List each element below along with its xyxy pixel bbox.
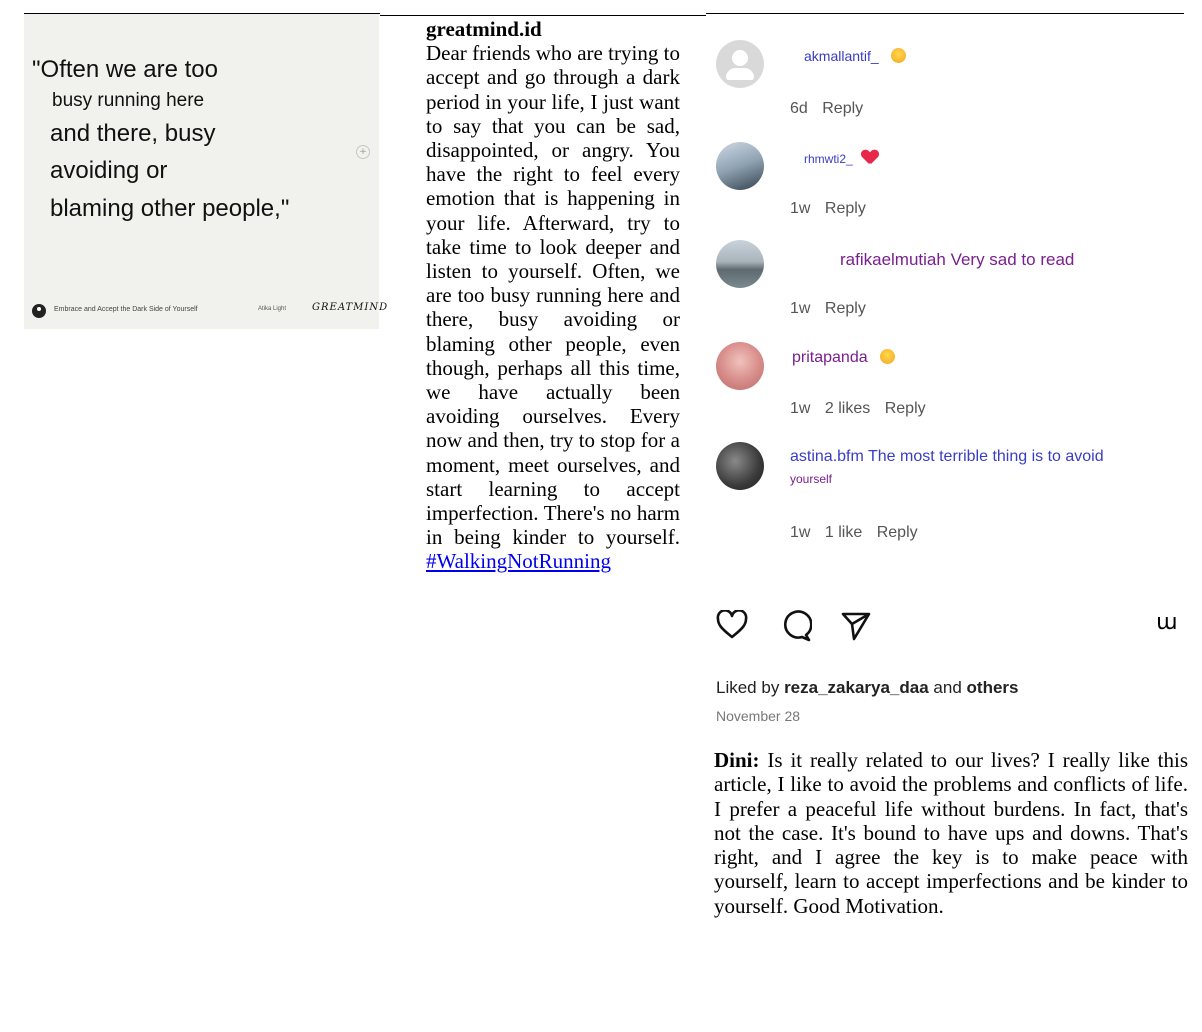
liked-by-connector: and — [933, 678, 962, 697]
comment-username: rhmwti2_ — [804, 152, 853, 166]
quote-line: blaming other people," — [50, 195, 290, 222]
liked-by-prefix: Liked by — [716, 678, 780, 697]
comment-username: rafikaelmutiah — [840, 250, 946, 269]
response-text: Is it really related to our lives? I rea… — [714, 748, 1188, 918]
brand-logo: GREATMIND — [312, 302, 389, 313]
comment-time: 1w — [790, 300, 811, 317]
comment-username: akmallantif_ — [804, 48, 879, 64]
caption-body: Dear friends who are trying to accept an… — [426, 41, 680, 550]
post-actions: ɯ — [716, 610, 1186, 646]
avatar[interactable] — [716, 40, 764, 88]
comment-meta: 1w 2 likes Reply — [790, 400, 936, 418]
comment-time: 1w — [790, 400, 811, 417]
quote-text: "Often we are too busy running here and … — [32, 54, 289, 228]
avatar[interactable] — [716, 142, 764, 190]
post-date: November 28 — [716, 708, 801, 724]
comment-icon[interactable] — [780, 610, 812, 642]
reply-button[interactable]: Reply — [885, 400, 926, 417]
send-icon[interactable] — [840, 610, 872, 642]
quote-line: and there, busy — [50, 120, 216, 147]
quote-line: busy running here — [52, 90, 205, 111]
comment-meta: 6d Reply — [790, 100, 873, 118]
quote-line: avoiding or — [50, 157, 168, 184]
add-icon: + — [356, 145, 370, 159]
comment-username: pritapanda — [792, 349, 868, 366]
comment-text: Very sad to read — [950, 250, 1075, 269]
liked-by: Liked by reza_zakarya_daa and others — [716, 678, 1019, 698]
response-paragraph: Dini: Is it really related to our lives?… — [714, 748, 1188, 918]
caption-account-name[interactable]: greatmind.id — [426, 17, 680, 41]
red-heart-icon — [862, 150, 878, 164]
footer-author: Atika Light — [258, 306, 287, 312]
comment-user[interactable]: astina.bfm The most terrible thing is to… — [790, 448, 1104, 466]
comment-time: 1w — [790, 524, 811, 541]
profile-icon — [32, 304, 46, 318]
reply-button[interactable]: Reply — [825, 300, 866, 317]
response-author: Dini: — [714, 748, 760, 772]
quote-card-image: "Often we are too busy running here and … — [24, 14, 387, 329]
grinning-face-icon — [880, 349, 896, 364]
post-image-column: "Often we are too busy running here and … — [24, 14, 387, 329]
liked-by-user[interactable]: reza_zakarya_daa — [784, 678, 929, 697]
quote-card-footer: Embrace and Accept the Dark Side of Your… — [32, 302, 387, 320]
comment-username: astina.bfm — [790, 448, 864, 465]
reply-button[interactable]: Reply — [822, 100, 863, 117]
comment-time: 1w — [790, 200, 811, 217]
avatar[interactable] — [716, 442, 764, 490]
comment-time: 6d — [790, 100, 808, 117]
more-icon[interactable]: ɯ — [1156, 610, 1177, 635]
comment-text: The most terrible thing is to avoid — [867, 448, 1104, 465]
heart-icon[interactable] — [716, 610, 748, 640]
comment-text-continued: yourself — [790, 472, 833, 486]
caption-text: Dear friends who are trying to accept an… — [426, 41, 680, 573]
comment-meta: 1w 1 like Reply — [790, 524, 928, 542]
comment-likes[interactable]: 2 likes — [825, 400, 870, 417]
liked-by-others[interactable]: others — [967, 678, 1019, 697]
table-top-rule — [706, 13, 1184, 14]
comment-user[interactable]: rhmwti2_ — [804, 150, 878, 166]
caption-column: greatmind.id Dear friends who are trying… — [426, 17, 680, 574]
table-top-rule — [380, 15, 706, 16]
comment-meta: 1w Reply — [790, 200, 876, 218]
reply-button[interactable]: Reply — [825, 200, 866, 217]
comment-likes[interactable]: 1 like — [825, 524, 862, 541]
comment-user[interactable]: pritapanda — [792, 349, 896, 367]
avatar[interactable] — [716, 240, 764, 288]
comment-meta: 1w Reply — [790, 300, 876, 318]
quote-line: "Often we are too — [32, 56, 218, 83]
comment-user[interactable]: rafikaelmutiah Very sad to read — [840, 250, 1074, 270]
reply-button[interactable]: Reply — [877, 524, 918, 541]
footer-title: Embrace and Accept the Dark Side of Your… — [54, 306, 198, 313]
avatar[interactable] — [716, 342, 764, 390]
comment-user[interactable]: akmallantif_ — [804, 48, 906, 64]
hashtag-link[interactable]: #WalkingNotRunning — [426, 549, 611, 573]
grinning-face-icon — [890, 48, 906, 63]
